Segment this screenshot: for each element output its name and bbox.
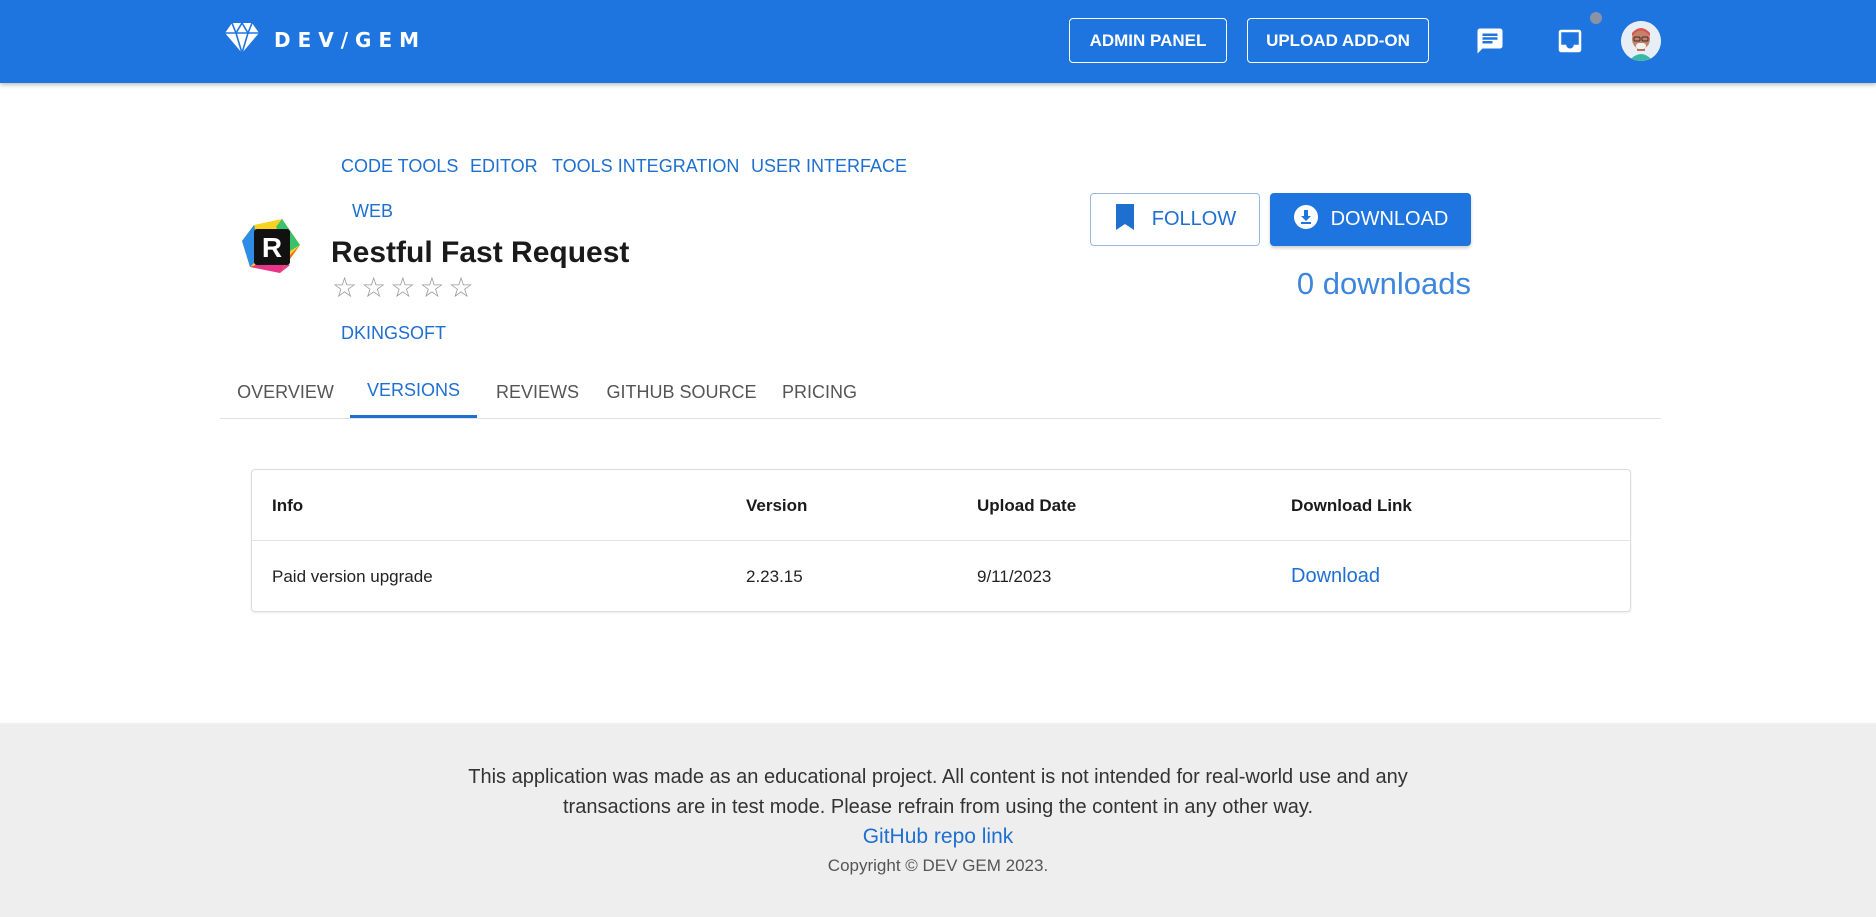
- download-label: DOWNLOAD: [1330, 208, 1449, 230]
- cell-upload-date: 9/11/2023: [977, 566, 1052, 586]
- disclaimer-line-2: transactions are in test mode. Please re…: [562, 796, 1314, 818]
- star-icon[interactable]: ☆: [448, 274, 473, 302]
- follow-label: FOLLOW: [1151, 208, 1237, 230]
- svg-text:R: R: [262, 232, 282, 263]
- header-version: Version: [746, 495, 808, 515]
- tag-web[interactable]: WEB: [352, 201, 393, 222]
- tab-pricing[interactable]: PRICING: [762, 366, 877, 418]
- table-row: Paid version upgrade 2.23.15 9/11/2023 D…: [252, 541, 1630, 612]
- diamond-icon: [224, 20, 260, 59]
- follow-button[interactable]: FOLLOW: [1090, 193, 1260, 246]
- notification-badge: [1590, 12, 1602, 24]
- github-repo-link[interactable]: GitHub repo link: [863, 825, 1014, 848]
- star-icon[interactable]: ☆: [361, 274, 386, 302]
- admin-panel-button[interactable]: ADMIN PANEL: [1069, 18, 1227, 63]
- download-button[interactable]: DOWNLOAD: [1270, 193, 1471, 246]
- tag-user-interface[interactable]: USER INTERFACE: [751, 156, 907, 177]
- tab-bar: OVERVIEW VERSIONS REVIEWS GITHUB SOURCE …: [220, 366, 1661, 419]
- inbox-icon[interactable]: [1555, 26, 1585, 56]
- cell-version: 2.23.15: [746, 566, 803, 586]
- tab-reviews[interactable]: REVIEWS: [477, 366, 598, 418]
- disclaimer-line-1: This application was made as an educatio…: [468, 766, 1408, 788]
- copyright-text: Copyright © DEV GEM 2023.: [827, 856, 1049, 875]
- tab-github-source[interactable]: GITHUB SOURCE: [600, 366, 763, 418]
- download-circle-icon: [1293, 204, 1331, 236]
- tag-editor[interactable]: EDITOR: [470, 156, 538, 177]
- logo[interactable]: DEV/GEM: [224, 20, 427, 59]
- author-link[interactable]: DKINGSOFT: [341, 323, 446, 344]
- addon-title: Restful Fast Request: [331, 236, 630, 269]
- footer: This application was made as an educatio…: [0, 723, 1876, 917]
- star-icon[interactable]: ☆: [390, 274, 415, 302]
- header-download-link: Download Link: [1291, 495, 1412, 515]
- tab-overview[interactable]: OVERVIEW: [220, 366, 351, 418]
- downloads-count: 0 downloads: [1296, 266, 1471, 301]
- star-icon[interactable]: ☆: [332, 274, 357, 302]
- header-upload-date: Upload Date: [977, 495, 1077, 515]
- versions-table: Info Version Upload Date Download Link P…: [251, 469, 1631, 612]
- chat-icon[interactable]: [1475, 26, 1505, 56]
- tab-versions[interactable]: VERSIONS: [350, 366, 477, 418]
- upload-addon-button[interactable]: UPLOAD ADD-ON: [1247, 18, 1429, 63]
- logo-text: DEV/GEM: [274, 28, 427, 52]
- addon-logo: R: [240, 215, 304, 279]
- cell-info: Paid version upgrade: [272, 566, 433, 586]
- star-icon[interactable]: ☆: [419, 274, 444, 302]
- avatar[interactable]: [1621, 21, 1661, 61]
- rating-stars[interactable]: ☆ ☆ ☆ ☆ ☆: [332, 274, 474, 302]
- tag-code-tools[interactable]: CODE TOOLS: [341, 156, 458, 177]
- top-app-bar: DEV/GEM ADMIN PANEL UPLOAD ADD-ON: [0, 0, 1876, 83]
- table-header-row: Info Version Upload Date Download Link: [252, 470, 1630, 541]
- version-download-link[interactable]: Download: [1291, 565, 1380, 588]
- bookmark-icon: [1114, 203, 1152, 236]
- header-info: Info: [272, 495, 304, 515]
- tag-tools-integration[interactable]: TOOLS INTEGRATION: [552, 156, 739, 177]
